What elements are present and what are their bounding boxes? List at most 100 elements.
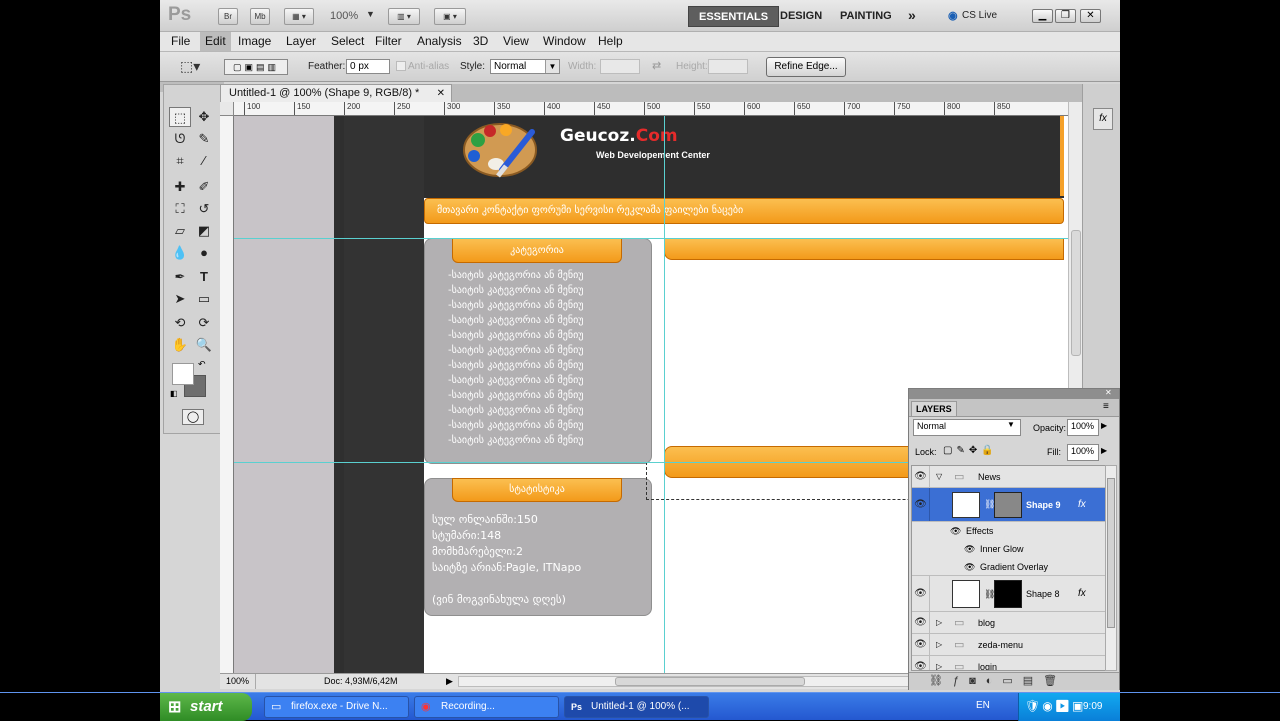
crop-tool-icon[interactable]: ⌗	[169, 151, 191, 171]
clone-stamp-icon[interactable]: ⛶	[169, 199, 191, 219]
swap-colors-icon[interactable]: ↶	[198, 359, 206, 370]
visibility-eye-icon[interactable]: 👁	[912, 656, 930, 670]
menu-analysis[interactable]: Analysis	[412, 32, 467, 51]
workspace-essentials[interactable]: ESSENTIALS	[688, 6, 780, 27]
category-item[interactable]: -საიტის კატეგორია ან მენიუ	[448, 433, 628, 448]
layers-panel-titlebar[interactable]	[909, 389, 1119, 399]
layers-footer-icons[interactable]: ⛓ƒ◙◐▭▤🗑	[909, 672, 1119, 690]
pen-tool-icon[interactable]: ✒	[169, 267, 191, 287]
eyedropper-icon[interactable]: ⁄	[193, 151, 215, 171]
height-input[interactable]	[708, 59, 748, 74]
arrange-documents-icon[interactable]: ▥ ▾	[388, 8, 420, 25]
brush-tool-icon[interactable]: ✐	[193, 177, 215, 197]
bridge-button[interactable]: Br	[218, 8, 238, 25]
menu-view[interactable]: View	[498, 32, 534, 51]
move-tool-icon[interactable]: ✥	[193, 107, 215, 127]
layers-scroll-thumb[interactable]	[1107, 478, 1115, 628]
lasso-tool-icon[interactable]: ᘎ	[169, 129, 191, 149]
screen-mode-icon[interactable]: ▣ ▾	[434, 8, 466, 25]
category-item[interactable]: -საიტის კატეგორია ან მენიუ	[448, 373, 628, 388]
expand-triangle-icon[interactable]: ▷	[936, 612, 942, 634]
opacity-input[interactable]: 100%	[1067, 419, 1099, 436]
zoom-level[interactable]: 100%	[330, 10, 358, 22]
horizontal-ruler[interactable]: 100 150 200 250 300 350 400 450 500 550 600 650 700 7…	[234, 102, 1082, 116]
visibility-eye-icon[interactable]: 👁	[912, 466, 930, 487]
close-panel-icon[interactable]: ✕	[1105, 388, 1112, 397]
document-tab[interactable]: Untitled-1 @ 100% (Shape 9, RGB/8) * ✕	[220, 84, 452, 102]
quick-selection-icon[interactable]: ✎	[193, 129, 215, 149]
menu-file[interactable]: File	[166, 32, 195, 51]
default-colors-icon[interactable]: ◧	[170, 389, 178, 398]
status-zoom[interactable]: 100%	[226, 674, 257, 689]
task-firefox[interactable]: ▭ firefox.exe - Drive N...	[264, 696, 409, 718]
fill-input[interactable]: 100%	[1067, 444, 1099, 461]
expand-triangle-icon[interactable]: ▷	[936, 656, 942, 670]
effect-eye-icon[interactable]: 👁	[964, 558, 975, 576]
chevron-down-icon[interactable]: ▼	[545, 60, 559, 73]
eraser-tool-icon[interactable]: ▱	[169, 221, 191, 241]
layer-effects[interactable]: 👁 Effects	[912, 522, 1105, 540]
who-visited-link[interactable]: (ვინ მოგვინახულა დღეს)	[432, 592, 642, 608]
paint-bucket-icon[interactable]: ◩	[193, 221, 215, 241]
more-workspaces-icon[interactable]: »	[898, 6, 926, 27]
menu-window[interactable]: Window	[538, 32, 591, 51]
blend-dropdown-icon[interactable]: ▼	[1007, 420, 1015, 429]
workspace-design[interactable]: DESIGN	[770, 6, 832, 27]
visibility-eye-icon[interactable]: 👁	[912, 576, 930, 611]
language-indicator[interactable]: EN	[976, 700, 990, 711]
fill-slider-icon[interactable]: ▶	[1101, 446, 1107, 455]
effect-eye-icon[interactable]: 👁	[964, 540, 975, 558]
collapse-triangle-icon[interactable]: ▽	[936, 466, 942, 488]
menu-edit[interactable]: Edit	[200, 32, 231, 51]
history-brush-icon[interactable]: ↺	[193, 199, 215, 219]
layer-group-login[interactable]: 👁 ▷ ▭ login	[912, 656, 1105, 670]
width-input[interactable]	[600, 59, 640, 74]
start-button[interactable]: ⊞ start	[160, 693, 252, 721]
close-tab-icon[interactable]: ✕	[437, 85, 445, 102]
blend-mode-select[interactable]: Normal	[913, 419, 1021, 436]
antialias-checkbox[interactable]	[396, 61, 406, 71]
layers-scrollbar[interactable]	[1105, 465, 1117, 671]
effect-eye-icon[interactable]: 👁	[950, 522, 961, 540]
effect-gradient-overlay[interactable]: 👁 Gradient Overlay	[912, 558, 1105, 576]
tray-icons[interactable]: 🛡◉▶▣	[1025, 693, 1085, 720]
blur-tool-icon[interactable]: 💧	[169, 243, 191, 263]
hand-tool-icon[interactable]: ✋	[169, 335, 191, 355]
ruler-origin[interactable]	[220, 102, 234, 116]
healing-brush-icon[interactable]: ✚	[169, 177, 191, 197]
menu-select[interactable]: Select	[326, 32, 369, 51]
shape-tool-icon[interactable]: ▭	[193, 289, 215, 309]
layers-tab[interactable]: LAYERS	[911, 401, 957, 416]
category-item[interactable]: -საიტის კატეგორია ან მენიუ	[448, 328, 628, 343]
category-item[interactable]: -საიტის კატეგორია ან მენიუ	[448, 403, 628, 418]
fx-icon[interactable]: fx	[1078, 488, 1086, 522]
styles-panel-icon[interactable]: fx	[1093, 108, 1113, 130]
lock-icons[interactable]: ▢✎✥🔒	[943, 445, 998, 456]
rectangular-marquee-icon[interactable]: ⬚	[169, 107, 191, 127]
3d-orbit-icon[interactable]: ⟳	[193, 313, 215, 333]
category-item[interactable]: -საიტის კატეგორია ან მენიუ	[448, 358, 628, 373]
vertical-ruler[interactable]	[220, 116, 234, 673]
workspace-painting[interactable]: PAINTING	[830, 6, 902, 27]
selection-mode-icons[interactable]: ▢▣▤▥	[224, 59, 288, 75]
type-tool-icon[interactable]: T	[193, 267, 215, 287]
visibility-eye-icon[interactable]: 👁	[912, 488, 930, 521]
close-icon[interactable]: ✕	[1080, 9, 1101, 23]
category-item[interactable]: -საიტის კატეგორია ან მენიუ	[448, 418, 628, 433]
layer-group-zeda-menu[interactable]: 👁 ▷ ▭ zeda-menu	[912, 634, 1105, 656]
category-item[interactable]: -საიტის კატეგორია ან მენიუ	[448, 298, 628, 313]
menu-image[interactable]: Image	[233, 32, 276, 51]
effect-inner-glow[interactable]: 👁 Inner Glow	[912, 540, 1105, 558]
fx-icon[interactable]: fx	[1078, 576, 1086, 612]
minimize-icon[interactable]: ▁	[1032, 9, 1053, 23]
marquee-tool-preset-icon[interactable]: ⬚▾	[180, 58, 200, 75]
view-extras-icon[interactable]: ▦ ▾	[284, 8, 314, 25]
category-item[interactable]: -საიტის კატეგორია ან მენიუ	[448, 268, 628, 283]
task-photoshop[interactable]: Ps Untitled-1 @ 100% (...	[564, 696, 709, 718]
menu-filter[interactable]: Filter	[370, 32, 407, 51]
category-item[interactable]: -საიტის კატეგორია ან მენიუ	[448, 388, 628, 403]
restore-icon[interactable]: ❐	[1055, 9, 1076, 23]
opacity-slider-icon[interactable]: ▶	[1101, 421, 1107, 430]
category-item[interactable]: -საიტის კატეგორია ან მენიუ	[448, 283, 628, 298]
menu-help[interactable]: Help	[593, 32, 628, 51]
